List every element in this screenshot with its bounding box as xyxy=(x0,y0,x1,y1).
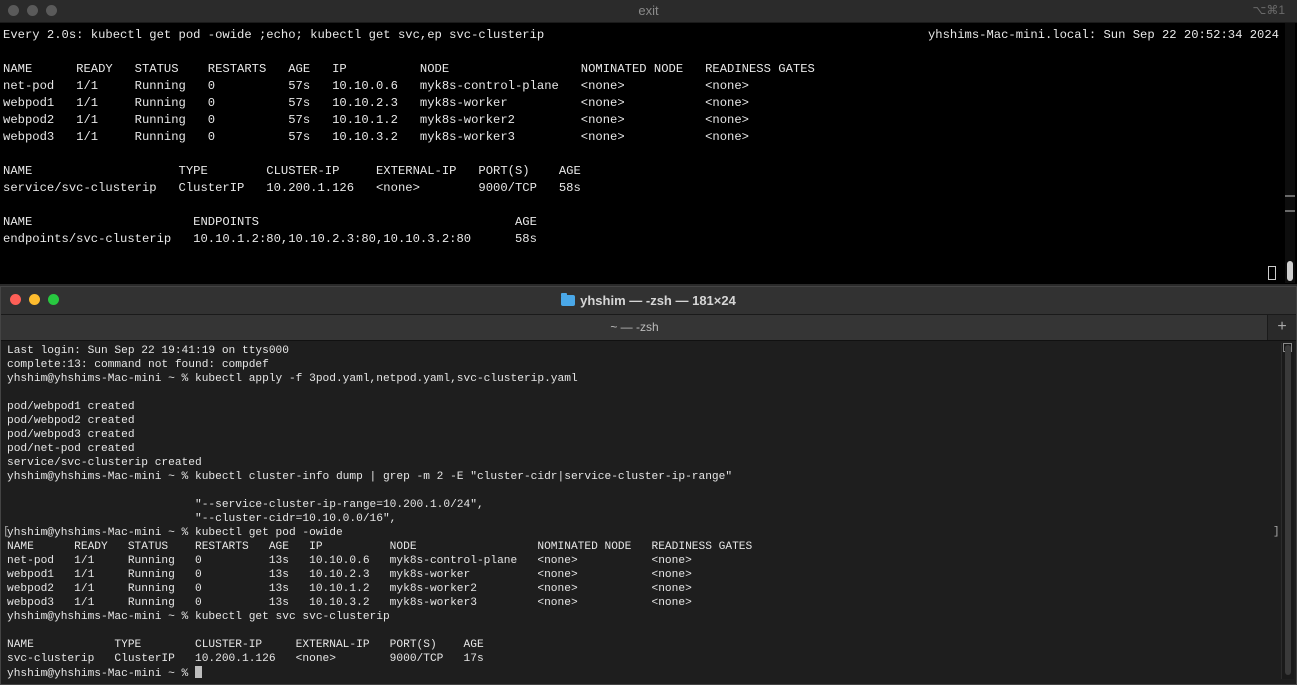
title-bar: yhshim — -zsh — 181×24 xyxy=(1,287,1296,314)
prompt-line[interactable]: yhshim@yhshims-Mac-mini ~ % xyxy=(7,666,1277,680)
tab-zsh[interactable]: ~ — -zsh xyxy=(1,315,1268,340)
watch-terminal-window: exit ⌥⌘1 Every 2.0s: kubectl get pod -ow… xyxy=(0,0,1297,284)
terminal-line: NAME ENDPOINTS AGE xyxy=(3,215,537,229)
prompt: yhshim@yhshims-Mac-mini ~ % xyxy=(7,668,195,680)
scroll-mark xyxy=(1285,210,1295,212)
watch-command: Every 2.0s: kubectl get pod -owide ;echo… xyxy=(3,28,545,42)
tab-bar: ~ — -zsh + xyxy=(1,314,1296,341)
window-title: exit xyxy=(638,3,659,18)
title-bar: exit ⌥⌘1 xyxy=(0,0,1297,23)
terminal-line: NAME TYPE CLUSTER-IP EXTERNAL-IP PORT(S)… xyxy=(3,164,581,178)
terminal-line: webpod3 1/1 Running 0 57s 10.10.3.2 myk8… xyxy=(3,130,749,144)
mark-bracket: [ xyxy=(3,526,10,538)
terminal-line: net-pod 1/1 Running 0 13s 10.10.0.6 myk8… xyxy=(7,555,692,567)
terminal-line: webpod1 1/1 Running 0 57s 10.10.2.3 myk8… xyxy=(3,96,749,110)
terminal-line: webpod3 1/1 Running 0 13s 10.10.3.2 myk8… xyxy=(7,597,692,609)
terminal-line: pod/net-pod created xyxy=(7,443,135,455)
terminal-line: webpod2 1/1 Running 0 13s 10.10.1.2 myk8… xyxy=(7,583,692,595)
terminal-cursor xyxy=(1268,266,1276,280)
terminal-line: NAME READY STATUS RESTARTS AGE IP NODE N… xyxy=(7,541,753,553)
window-title: yhshim — -zsh — 181×24 xyxy=(1,293,1296,308)
terminal-output[interactable]: Every 2.0s: kubectl get pod -owide ;echo… xyxy=(3,27,1279,279)
terminal-line: "--service-cluster-ip-range=10.200.1.0/2… xyxy=(7,499,484,511)
terminal-line: svc-clusterip ClusterIP 10.200.1.126 <no… xyxy=(7,653,484,665)
terminal-line: service/svc-clusterip ClusterIP 10.200.1… xyxy=(3,181,581,195)
terminal-cursor xyxy=(194,666,202,678)
scrollbar[interactable] xyxy=(1285,23,1295,283)
scrollbar[interactable] xyxy=(1281,343,1294,679)
folder-icon xyxy=(561,293,576,306)
new-tab-button[interactable]: + xyxy=(1267,315,1296,340)
terminal-line: webpod2 1/1 Running 0 57s 10.10.1.2 myk8… xyxy=(3,113,749,127)
window-shortcut: ⌥⌘1 xyxy=(1252,3,1285,17)
terminal-line: Last login: Sun Sep 22 19:41:19 on ttys0… xyxy=(7,345,289,357)
mark-bracket: ] xyxy=(1273,526,1280,538)
watch-header: Every 2.0s: kubectl get pod -owide ;echo… xyxy=(3,27,1279,44)
terminal-line: net-pod 1/1 Running 0 57s 10.10.0.6 myk8… xyxy=(3,79,749,93)
scroll-mark xyxy=(1285,195,1295,197)
scroll-thumb[interactable] xyxy=(1287,261,1293,281)
terminal-output[interactable]: Last login: Sun Sep 22 19:41:19 on ttys0… xyxy=(7,344,1277,684)
terminal-line: "--cluster-cidr=10.10.0.0/16", xyxy=(7,513,397,525)
terminal-line: complete:13: command not found: compdef xyxy=(7,359,269,371)
scroll-thumb[interactable] xyxy=(1285,345,1291,675)
terminal-line: pod/webpod2 created xyxy=(7,415,135,427)
terminal-line: service/svc-clusterip created xyxy=(7,457,202,469)
terminal-line: pod/webpod1 created xyxy=(7,401,135,413)
terminal-line: endpoints/svc-clusterip 10.10.1.2:80,10.… xyxy=(3,232,537,246)
terminal-line: pod/webpod3 created xyxy=(7,429,135,441)
terminal-line: yhshim@yhshims-Mac-mini ~ % kubectl appl… xyxy=(7,373,578,385)
terminal-line: NAME READY STATUS RESTARTS AGE IP NODE N… xyxy=(3,62,815,76)
terminal-line: yhshim@yhshims-Mac-mini ~ % kubectl clus… xyxy=(7,471,733,483)
zsh-terminal-window: yhshim — -zsh — 181×24 ~ — -zsh + Last l… xyxy=(0,286,1297,685)
window-title-text: yhshim — -zsh — 181×24 xyxy=(580,293,736,308)
terminal-line: yhshim@yhshims-Mac-mini ~ % kubectl get … xyxy=(7,527,343,539)
terminal-line: yhshim@yhshims-Mac-mini ~ % kubectl get … xyxy=(7,611,390,623)
terminal-line: NAME TYPE CLUSTER-IP EXTERNAL-IP PORT(S)… xyxy=(7,639,484,651)
watch-host-time: yhshims-Mac-mini.local: Sun Sep 22 20:52… xyxy=(927,28,1279,42)
terminal-line: webpod1 1/1 Running 0 13s 10.10.2.3 myk8… xyxy=(7,569,692,581)
